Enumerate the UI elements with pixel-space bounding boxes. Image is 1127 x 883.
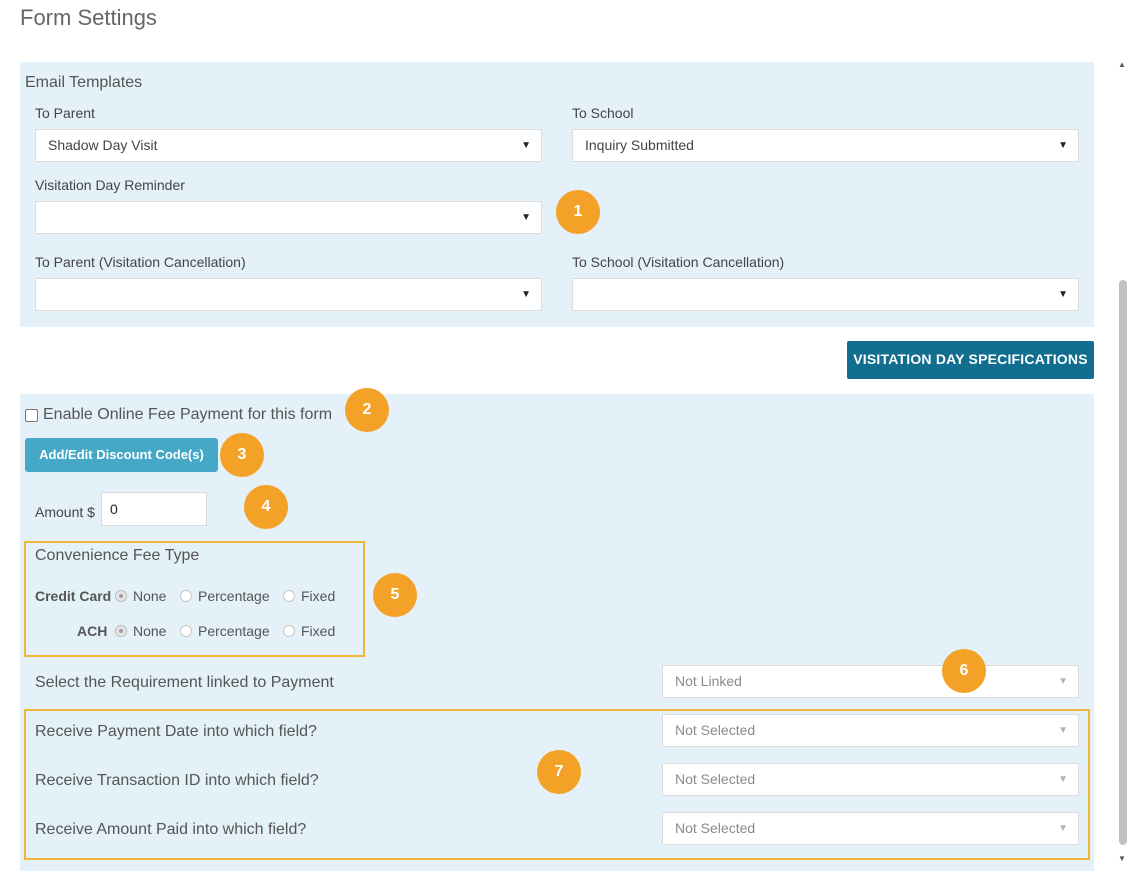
to-school-cancel-label: To School (Visitation Cancellation) [572, 254, 785, 270]
to-parent-cancel-label: To Parent (Visitation Cancellation) [35, 254, 246, 270]
triangle-down-icon[interactable]: ▼ [1118, 854, 1126, 863]
ach-fixed-label: Fixed [301, 623, 336, 639]
enable-payment-checkbox[interactable] [25, 409, 38, 422]
transaction-id-value: Not Selected [675, 771, 756, 787]
badge-6: 6 [942, 649, 986, 693]
to-parent-cancel-select[interactable]: ▼ [35, 278, 542, 311]
amount-paid-label: Receive Amount Paid into which field? [35, 821, 307, 838]
enable-payment-label: Enable Online Fee Payment for this form [43, 406, 333, 423]
caret-down-icon: ▼ [1058, 676, 1068, 687]
caret-down-icon: ▼ [1058, 140, 1068, 151]
triangle-up-icon[interactable]: ▲ [1118, 60, 1126, 69]
badge-1: 1 [556, 190, 600, 234]
credit-card-fixed-radio[interactable] [283, 590, 295, 602]
credit-card-fixed-label: Fixed [301, 588, 336, 604]
badge-5: 5 [373, 573, 417, 617]
ach-fixed-radio[interactable] [283, 625, 295, 637]
ach-percentage-radio[interactable] [180, 625, 192, 637]
ach-none-radio[interactable] [115, 625, 127, 637]
transaction-id-label: Receive Transaction ID into which field? [35, 772, 319, 789]
ach-none-label: None [133, 623, 167, 639]
requirement-value: Not Linked [675, 673, 742, 689]
credit-card-percentage-radio[interactable] [180, 590, 192, 602]
caret-down-icon: ▼ [1058, 289, 1068, 300]
amount-paid-value: Not Selected [675, 820, 756, 836]
to-parent-select[interactable]: Shadow Day Visit ▼ [35, 129, 542, 162]
ach-percentage-label: Percentage [198, 623, 270, 639]
badge-2: 2 [345, 388, 389, 432]
requirement-select[interactable]: Not Linked ▼ [662, 665, 1079, 698]
amount-label: Amount $ [35, 504, 95, 520]
visitation-reminder-label: Visitation Day Reminder [35, 177, 185, 193]
visitation-day-specifications-button[interactable]: VISITATION DAY SPECIFICATIONS [847, 341, 1094, 379]
payment-date-value: Not Selected [675, 722, 756, 738]
badge-4: 4 [244, 485, 288, 529]
credit-card-percentage-label: Percentage [198, 588, 270, 604]
caret-down-icon: ▼ [521, 212, 531, 223]
caret-down-icon: ▼ [521, 140, 531, 151]
caret-down-icon: ▼ [1058, 774, 1068, 785]
payment-date-label: Receive Payment Date into which field? [35, 723, 317, 740]
payment-date-select[interactable]: Not Selected ▼ [662, 714, 1079, 747]
ach-label: ACH [77, 623, 108, 639]
to-school-cancel-select[interactable]: ▼ [572, 278, 1079, 311]
badge-7: 7 [537, 750, 581, 794]
scrollbar-thumb[interactable] [1119, 280, 1127, 845]
amount-paid-select[interactable]: Not Selected ▼ [662, 812, 1079, 845]
add-edit-discount-codes-button[interactable]: Add/Edit Discount Code(s) [25, 438, 218, 472]
caret-down-icon: ▼ [1058, 725, 1068, 736]
to-school-label: To School [572, 105, 634, 121]
amount-input[interactable]: 0 [101, 492, 207, 526]
page-title: Form Settings [20, 5, 157, 30]
caret-down-icon: ▼ [1058, 823, 1068, 834]
requirement-label: Select the Requirement linked to Payment [35, 674, 334, 691]
to-school-value: Inquiry Submitted [585, 137, 694, 153]
to-school-select[interactable]: Inquiry Submitted ▼ [572, 129, 1079, 162]
to-parent-value: Shadow Day Visit [48, 137, 158, 153]
credit-card-none-radio[interactable] [115, 590, 127, 602]
to-parent-label: To Parent [35, 105, 95, 121]
email-templates-title: Email Templates [25, 74, 143, 91]
badge-3: 3 [220, 433, 264, 477]
visitation-reminder-select[interactable]: ▼ [35, 201, 542, 234]
caret-down-icon: ▼ [521, 289, 531, 300]
convenience-fee-title: Convenience Fee Type [35, 547, 200, 564]
credit-card-none-label: None [133, 588, 167, 604]
credit-card-label: Credit Card [35, 588, 112, 604]
transaction-id-select[interactable]: Not Selected ▼ [662, 763, 1079, 796]
